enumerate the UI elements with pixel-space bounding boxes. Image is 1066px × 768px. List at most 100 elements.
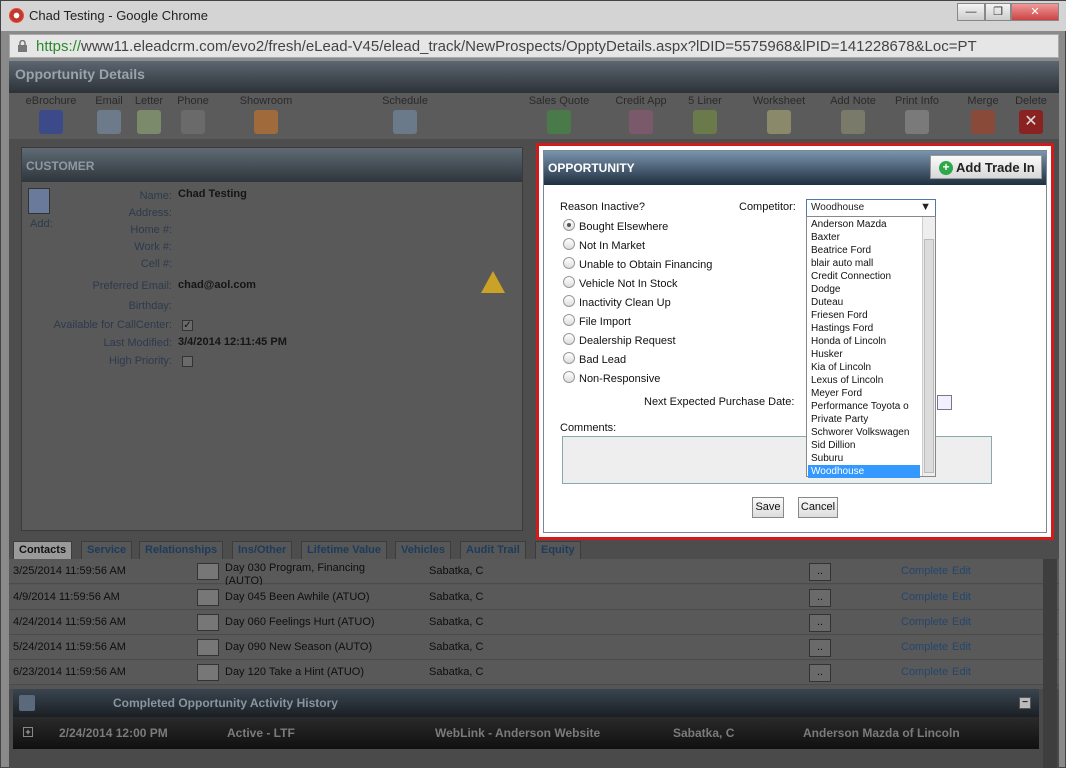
high-priority-checkbox[interactable] bbox=[182, 356, 193, 367]
table-row[interactable]: 4/9/2014 11:59:56 AM Day 045 Been Awhile… bbox=[9, 585, 1059, 610]
competitor-option[interactable]: Credit Connection bbox=[808, 270, 920, 283]
page-scrollbar[interactable] bbox=[1043, 559, 1057, 768]
table-row[interactable]: 4/24/2014 11:59:56 AM Day 060 Feelings H… bbox=[9, 610, 1059, 635]
competitor-option[interactable]: Meyer Ford bbox=[808, 387, 920, 400]
tab-vehicles[interactable]: Vehicles bbox=[395, 541, 452, 559]
dropdown-scrollbar[interactable] bbox=[922, 217, 935, 476]
add-note-button[interactable]: Add Note bbox=[825, 95, 881, 134]
competitor-option[interactable]: Private Party bbox=[808, 413, 920, 426]
table-row[interactable]: 3/25/2014 11:59:56 AM Day 030 Program, F… bbox=[9, 559, 1059, 587]
competitor-option-selected[interactable]: Woodhouse bbox=[808, 465, 920, 478]
reason-radio-bought-elsewhere[interactable] bbox=[563, 219, 575, 231]
reason-radio-inactivity[interactable] bbox=[563, 295, 575, 307]
competitor-option[interactable]: Suburu bbox=[808, 452, 920, 465]
edit-link[interactable]: Edit bbox=[952, 666, 971, 678]
tab-lifetime-value[interactable]: Lifetime Value bbox=[301, 541, 387, 559]
competitor-option[interactable]: blair auto mall bbox=[808, 257, 920, 270]
schedule-button[interactable]: Schedule bbox=[379, 95, 431, 134]
competitor-selected-value: Woodhouse bbox=[811, 202, 865, 213]
competitor-option[interactable]: Dodge bbox=[808, 283, 920, 296]
activity-more-button[interactable]: .. bbox=[809, 639, 831, 657]
tab-service[interactable]: Service bbox=[81, 541, 133, 559]
competitor-option[interactable]: Honda of Lincoln bbox=[808, 335, 920, 348]
activity-more-button[interactable]: .. bbox=[809, 664, 831, 682]
activities-list: 3/25/2014 11:59:56 AM Day 030 Program, F… bbox=[9, 559, 1059, 689]
reason-radio-dealership-request[interactable] bbox=[563, 333, 575, 345]
reason-radio-bad-lead[interactable] bbox=[563, 352, 575, 364]
complete-link[interactable]: Complete bbox=[901, 591, 948, 603]
cancel-button[interactable]: Cancel bbox=[798, 497, 838, 518]
edit-link[interactable]: Edit bbox=[952, 591, 971, 603]
competitor-option[interactable]: Schworer Volkswagen bbox=[808, 426, 920, 439]
email-value[interactable]: chad@aol.com bbox=[178, 279, 256, 291]
tab-contacts[interactable]: Contacts bbox=[13, 541, 73, 559]
competitor-option[interactable]: Baxter bbox=[808, 231, 920, 244]
schedule-label: Schedule bbox=[382, 95, 428, 107]
competitor-option[interactable]: Duteau bbox=[808, 296, 920, 309]
credit-app-button[interactable]: Credit App bbox=[613, 95, 669, 134]
save-button[interactable]: Save bbox=[752, 497, 784, 518]
competitor-option[interactable]: Beatrice Ford bbox=[808, 244, 920, 257]
table-row[interactable]: 5/24/2014 11:59:56 AM Day 090 New Season… bbox=[9, 635, 1059, 660]
reason-radio-unable-financing[interactable] bbox=[563, 257, 575, 269]
tab-ins-other[interactable]: Ins/Other bbox=[232, 541, 293, 559]
competitor-option[interactable]: Performance Toyota o bbox=[808, 400, 920, 413]
reason-radio-not-in-stock[interactable] bbox=[563, 276, 575, 288]
phone-icon bbox=[181, 110, 205, 134]
ebrochure-button[interactable]: eBrochure bbox=[23, 95, 79, 134]
reason-radio-not-in-market[interactable] bbox=[563, 238, 575, 250]
tab-equity[interactable]: Equity bbox=[535, 541, 581, 559]
collapse-button[interactable]: − bbox=[1019, 697, 1031, 709]
delete-button[interactable]: Delete ✕ bbox=[1011, 95, 1051, 134]
table-row[interactable]: 6/23/2014 11:59:56 AM Day 120 Take a Hin… bbox=[9, 660, 1059, 685]
email-button[interactable]: Email bbox=[89, 95, 129, 134]
complete-link[interactable]: Complete bbox=[901, 565, 948, 577]
reason-radio-file-import[interactable] bbox=[563, 314, 575, 326]
action-toolbar: eBrochure Email Letter Phone Showroom Sc… bbox=[9, 93, 1059, 139]
competitor-option[interactable]: Sid Dillion bbox=[808, 439, 920, 452]
expand-row-button[interactable]: + bbox=[23, 727, 33, 737]
competitor-option[interactable]: Anderson Mazda bbox=[808, 218, 920, 231]
note-icon bbox=[841, 110, 865, 134]
history-row[interactable]: + 2/24/2014 12:00 PM Active - LTF WebLin… bbox=[13, 717, 1039, 749]
competitor-select[interactable]: Woodhouse ▼ bbox=[806, 199, 936, 217]
reason-label: Inactivity Clean Up bbox=[579, 297, 671, 309]
competitor-option[interactable]: Friesen Ford bbox=[808, 309, 920, 322]
edit-link[interactable]: Edit bbox=[952, 565, 971, 577]
competitor-option[interactable]: Lexus of Lincoln bbox=[808, 374, 920, 387]
edit-link[interactable]: Edit bbox=[952, 641, 971, 653]
complete-link[interactable]: Complete bbox=[901, 641, 948, 653]
minimize-button[interactable]: — bbox=[957, 3, 985, 21]
complete-link[interactable]: Complete bbox=[901, 666, 948, 678]
dropdown-scroll-thumb[interactable] bbox=[924, 239, 934, 473]
worksheet-button[interactable]: Worksheet bbox=[747, 95, 811, 134]
sales-quote-button[interactable]: Sales Quote bbox=[527, 95, 591, 134]
tab-audit-trail[interactable]: Audit Trail bbox=[460, 541, 526, 559]
showroom-button[interactable]: Showroom bbox=[237, 95, 295, 134]
phone-button[interactable]: Phone bbox=[173, 95, 213, 134]
complete-link[interactable]: Complete bbox=[901, 616, 948, 628]
competitor-option[interactable]: Hastings Ford bbox=[808, 322, 920, 335]
email-template-icon bbox=[197, 639, 219, 656]
address-bar[interactable]: https://www11.eleadcrm.com/evo2/fresh/eL… bbox=[9, 34, 1059, 58]
five-liner-button[interactable]: 5 Liner bbox=[685, 95, 725, 134]
print-info-button[interactable]: Print Info bbox=[891, 95, 943, 134]
warning-icon[interactable] bbox=[481, 271, 505, 293]
edit-link[interactable]: Edit bbox=[952, 616, 971, 628]
activity-more-button[interactable]: .. bbox=[809, 614, 831, 632]
tab-relationships[interactable]: Relationships bbox=[139, 541, 224, 559]
reason-radio-non-responsive[interactable] bbox=[563, 371, 575, 383]
maximize-button[interactable]: ❐ bbox=[985, 3, 1011, 21]
close-button[interactable]: ✕ bbox=[1011, 3, 1059, 21]
pen-icon bbox=[547, 110, 571, 134]
letter-button[interactable]: Letter bbox=[129, 95, 169, 134]
competitor-option[interactable]: Kia of Lincoln bbox=[808, 361, 920, 374]
calendar-icon[interactable] bbox=[937, 395, 952, 410]
activity-more-button[interactable]: .. bbox=[809, 589, 831, 607]
callcenter-checkbox[interactable]: ✓ bbox=[182, 320, 193, 331]
competitor-option[interactable]: Husker bbox=[808, 348, 920, 361]
activity-more-button[interactable]: .. bbox=[809, 563, 831, 581]
history-title: Completed Opportunity Activity History bbox=[113, 696, 338, 710]
merge-button[interactable]: Merge bbox=[963, 95, 1003, 134]
add-trade-in-button[interactable]: + Add Trade In bbox=[930, 155, 1042, 179]
